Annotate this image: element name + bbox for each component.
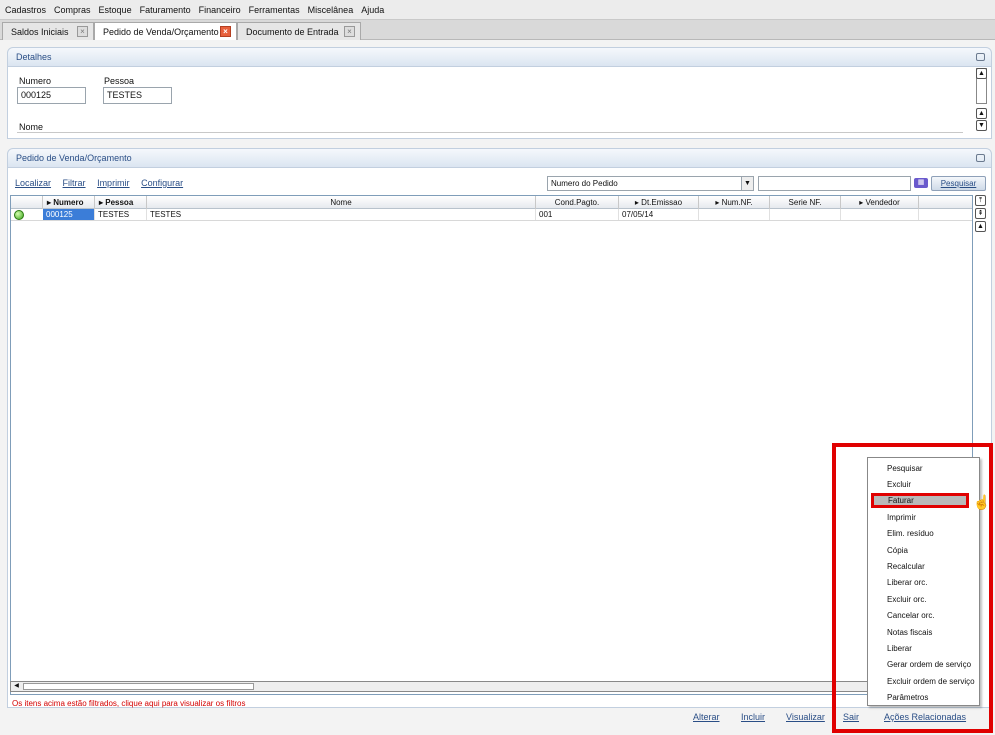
search-button[interactable]: Pesquisar [931, 176, 986, 191]
imprimir-link[interactable]: Imprimir [97, 178, 130, 188]
menu-cadastros[interactable]: Cadastros [5, 5, 46, 15]
close-icon[interactable]: × [220, 26, 231, 37]
tab-saldos-iniciais[interactable]: Saldos Iniciais × [2, 22, 94, 40]
cell-dt-emissao[interactable]: 07/05/14 [619, 209, 699, 220]
scroll-thumb[interactable] [23, 683, 254, 690]
scroll-top-icon[interactable]: ⤒ [975, 195, 986, 206]
cell-cond-pagto[interactable]: 001 [536, 209, 619, 220]
localizar-link[interactable]: Localizar [15, 178, 51, 188]
menu-item-copia[interactable]: Cópia [868, 543, 981, 558]
divider [17, 132, 963, 133]
tab-pedido-venda[interactable]: Pedido de Venda/Orçamento × [94, 22, 237, 40]
scroll-up-icon[interactable]: ▲ [975, 221, 986, 232]
grid-toolbar: Localizar Filtrar Imprimir Configurar [15, 178, 192, 188]
menu-item-gerar-ordem-servico[interactable]: Gerar ordem de serviço [868, 657, 981, 672]
filter-icon[interactable]: ▦ [914, 178, 928, 188]
nome-label: Nome [19, 122, 44, 132]
menu-financeiro[interactable]: Financeiro [199, 5, 241, 15]
tab-documento-entrada[interactable]: Documento de Entrada × [237, 22, 361, 40]
menu-item-excluir-ordem-servico[interactable]: Excluir ordem de serviço [868, 674, 981, 689]
tab-label: Documento de Entrada [246, 26, 339, 37]
scroll-page-up-icon[interactable]: ⇞ [975, 208, 986, 219]
cell-pessoa[interactable]: TESTES [95, 209, 147, 220]
close-icon[interactable]: × [77, 26, 88, 37]
status-green-icon [14, 210, 24, 220]
table-row[interactable]: 000125 TESTES TESTES 001 07/05/14 [11, 209, 972, 221]
cell-vendedor[interactable] [841, 209, 919, 220]
scroll-up-icon[interactable]: ▲ [976, 108, 987, 119]
configurar-link[interactable]: Configurar [141, 178, 183, 188]
column-header-numero[interactable]: ▸ Numero [43, 196, 95, 209]
column-header-serie-nf[interactable]: Serie NF. [770, 196, 841, 209]
panel-title: Pedido de Venda/Orçamento [16, 153, 132, 163]
menu-item-cancelar-orc[interactable]: Cancelar orc. [868, 608, 981, 623]
column-header-cond-pagto[interactable]: Cond.Pagto. [536, 196, 619, 209]
close-icon[interactable]: × [344, 26, 355, 37]
pessoa-field[interactable]: TESTES [103, 87, 172, 104]
tab-bar: Saldos Iniciais × Pedido de Venda/Orçame… [0, 20, 995, 40]
menu-bar: Cadastros Compras Estoque Faturamento Fi… [0, 0, 995, 20]
numero-field[interactable]: 000125 [17, 87, 86, 104]
menu-ferramentas[interactable]: Ferramentas [249, 5, 300, 15]
menu-item-elim-residuo[interactable]: Elim. resíduo [868, 526, 981, 541]
scroll-up-icon[interactable]: ▲ [976, 68, 987, 79]
table-header: ▸ Numero ▸ Pessoa Nome Cond.Pagto. ▸ Dt.… [11, 196, 972, 209]
column-header-dt-emissao[interactable]: ▸ Dt.Emissao [619, 196, 699, 209]
orders-table: ▸ Numero ▸ Pessoa Nome Cond.Pagto. ▸ Dt.… [10, 195, 973, 695]
filter-note[interactable]: Os itens acima estão filtrados, clique a… [12, 699, 245, 708]
select-value: Numero do Pedido [551, 179, 618, 188]
menu-item-notas-fiscais[interactable]: Notas fiscais [868, 625, 981, 640]
cell-nome[interactable]: TESTES [147, 209, 536, 220]
pedido-header: Pedido de Venda/Orçamento [7, 148, 992, 168]
hand-cursor-icon: ☝ [973, 494, 991, 510]
menu-item-liberar-orc[interactable]: Liberar orc. [868, 575, 981, 590]
incluir-button[interactable]: Incluir [741, 712, 765, 722]
menu-item-excluir-orc[interactable]: Excluir orc. [868, 592, 981, 607]
pessoa-label: Pessoa [104, 76, 135, 86]
menu-item-recalcular[interactable]: Recalcular [868, 559, 981, 574]
search-input[interactable] [758, 176, 911, 191]
column-header-nome[interactable]: Nome [147, 196, 536, 209]
acoes-relacionadas-menu: Pesquisar Excluir Faturar Imprimir Elim.… [867, 457, 980, 706]
horizontal-scrollbar[interactable]: ◀ [10, 681, 973, 692]
menu-item-liberar[interactable]: Liberar [868, 641, 981, 656]
search-field-select[interactable]: Numero do Pedido ▼ [547, 176, 754, 191]
tab-label: Saldos Iniciais [11, 26, 69, 37]
column-header-status [11, 196, 43, 209]
menu-item-faturar[interactable]: Faturar [871, 493, 969, 508]
chevron-down-icon[interactable]: ▼ [741, 177, 753, 190]
menu-estoque[interactable]: Estoque [99, 5, 132, 15]
cell-serie-nf[interactable] [770, 209, 841, 220]
cell-numero[interactable]: 000125 [43, 209, 95, 220]
tab-label: Pedido de Venda/Orçamento [103, 26, 219, 37]
detalhes-header: Detalhes [7, 47, 992, 67]
visualizar-button[interactable]: Visualizar [786, 712, 825, 722]
scroll-down-icon[interactable]: ▼ [976, 120, 987, 131]
menu-item-excluir[interactable]: Excluir [868, 477, 981, 492]
column-header-num-nf[interactable]: ▸ Num.NF. [699, 196, 770, 209]
filtrar-link[interactable]: Filtrar [63, 178, 86, 188]
column-header-pessoa[interactable]: ▸ Pessoa [95, 196, 147, 209]
panel-title: Detalhes [16, 52, 52, 62]
menu-item-imprimir[interactable]: Imprimir [868, 510, 981, 525]
menu-item-parametros[interactable]: Parâmetros [868, 690, 981, 705]
numero-label: Numero [19, 76, 52, 86]
column-header-vendedor[interactable]: ▸ Vendedor [841, 196, 919, 209]
cell-num-nf[interactable] [699, 209, 770, 220]
menu-faturamento[interactable]: Faturamento [140, 5, 191, 15]
minimize-icon[interactable] [976, 53, 985, 61]
menu-compras[interactable]: Compras [54, 5, 91, 15]
scroll-left-icon[interactable]: ◀ [12, 683, 21, 690]
menu-ajuda[interactable]: Ajuda [361, 5, 384, 15]
minimize-icon[interactable] [976, 154, 985, 162]
menu-item-pesquisar[interactable]: Pesquisar [868, 461, 981, 476]
menu-miscelanea[interactable]: Miscelânea [308, 5, 354, 15]
alterar-button[interactable]: Alterar [693, 712, 720, 722]
